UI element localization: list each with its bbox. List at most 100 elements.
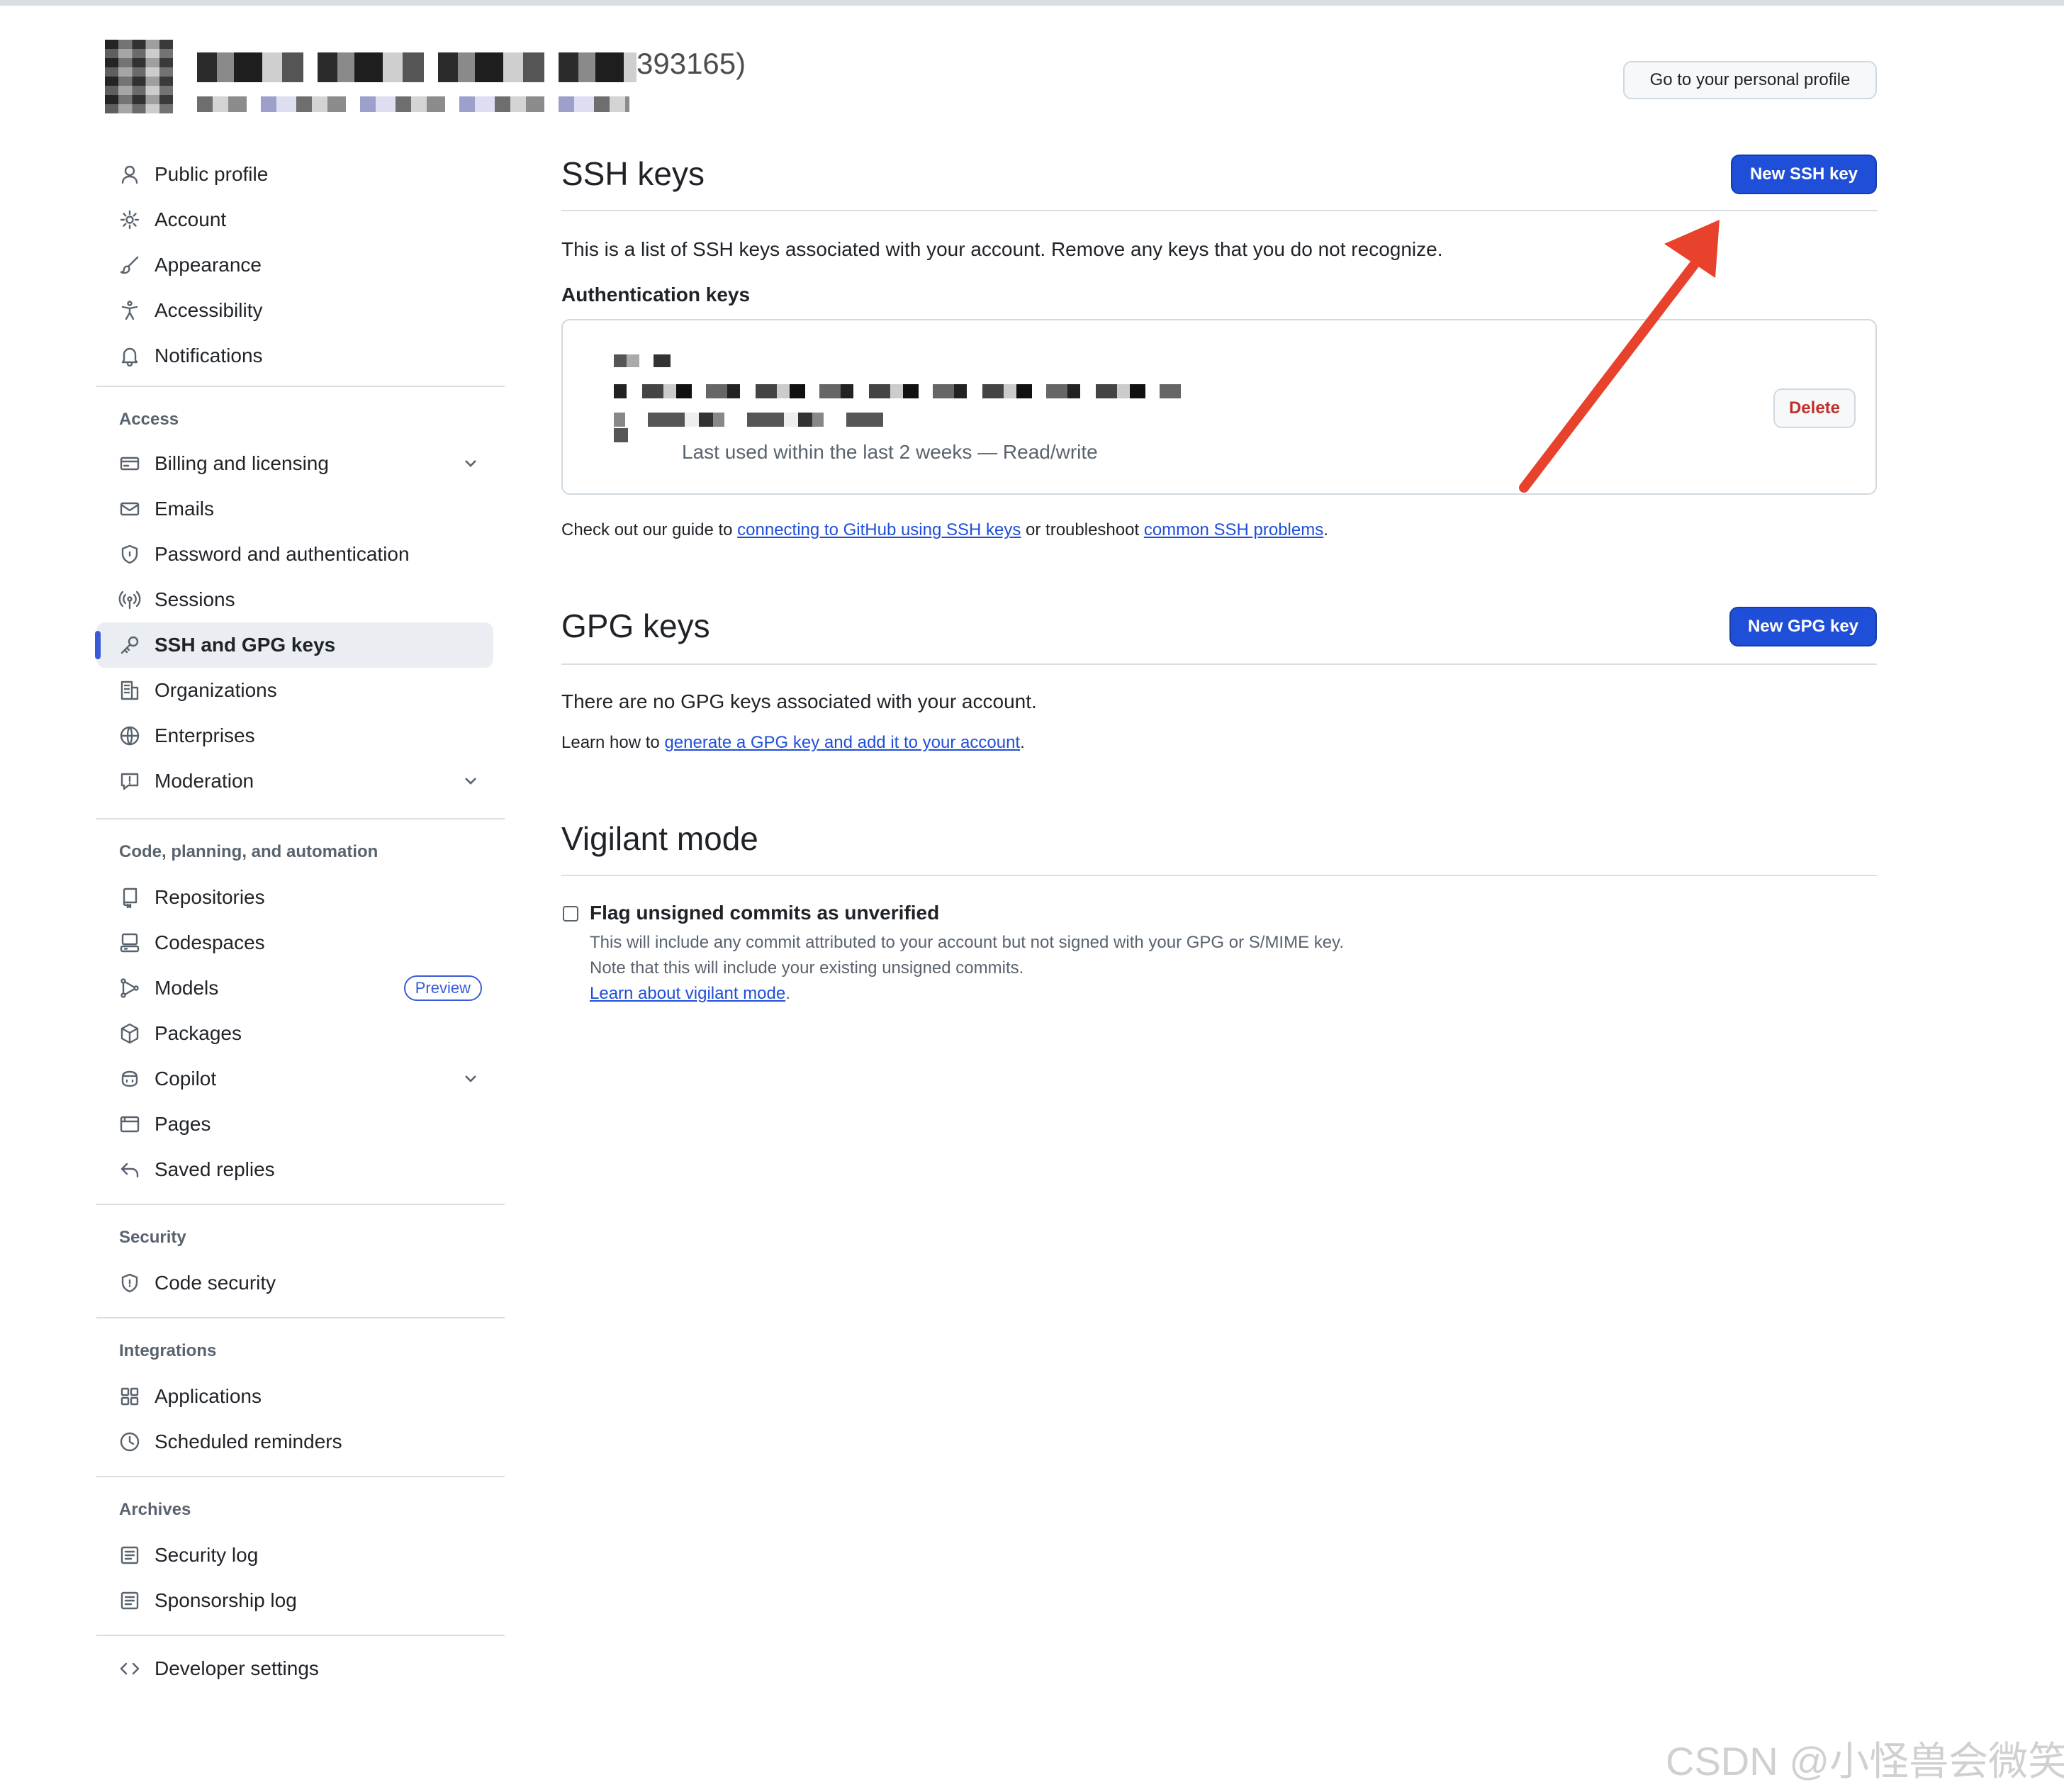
sidebar-item-saved-replies[interactable]: Saved replies xyxy=(96,1147,493,1192)
sidebar-item-appearance[interactable]: Appearance xyxy=(96,242,493,288)
credit-card-icon xyxy=(118,452,142,476)
sidebar-item-label: Saved replies xyxy=(155,1158,275,1180)
sidebar-item-applications[interactable]: Applications xyxy=(96,1374,493,1419)
learn-vigilant-mode-link[interactable]: Learn about vigilant mode xyxy=(590,984,785,1003)
top-border xyxy=(0,0,2064,6)
browser-icon xyxy=(118,1112,142,1136)
sidebar-item-label: Enterprises xyxy=(155,724,255,746)
sidebar-item-security-log[interactable]: Security log xyxy=(96,1533,493,1578)
sidebar-item-label: Billing and licensing xyxy=(155,452,329,474)
vigilant-learn: Learn about vigilant mode. xyxy=(590,984,790,1004)
sidebar-item-label: Pages xyxy=(155,1113,211,1135)
person-icon xyxy=(118,162,142,186)
sidebar-item-label: Account xyxy=(155,208,227,230)
reply-icon xyxy=(118,1158,142,1182)
sidebar-item-label: Password and authentication xyxy=(155,543,410,565)
sidebar-item-copilot[interactable]: Copilot xyxy=(96,1056,493,1102)
sidebar-item-organizations[interactable]: Organizations xyxy=(96,668,493,713)
ssh-guide-text: Check out our guide to connecting to Git… xyxy=(561,520,1328,540)
broadcast-icon xyxy=(118,588,142,612)
go-to-personal-profile-button[interactable]: Go to your personal profile xyxy=(1623,61,1877,99)
sidebar-item-label: Moderation xyxy=(155,770,254,792)
key-icon-redacted xyxy=(614,428,628,442)
sidebar-item-label: Scheduled reminders xyxy=(155,1430,342,1452)
codespaces-icon xyxy=(118,931,142,955)
guide-suffix: . xyxy=(1323,520,1328,539)
sidebar-item-sessions[interactable]: Sessions xyxy=(96,577,493,622)
section-divider xyxy=(561,663,1877,665)
sidebar-item-pages[interactable]: Pages xyxy=(96,1102,493,1147)
section-title-code-planning: Code, planning, and automation xyxy=(119,842,378,861)
sidebar-item-label: Appearance xyxy=(155,254,262,276)
generate-gpg-key-link[interactable]: generate a GPG key and add it to your ac… xyxy=(664,733,1020,752)
sidebar-item-moderation[interactable]: Moderation xyxy=(96,758,493,804)
repo-icon xyxy=(118,885,142,909)
sidebar-item-sponsorship-log[interactable]: Sponsorship log xyxy=(96,1578,493,1623)
clock-icon xyxy=(118,1430,142,1454)
sidebar-item-account[interactable]: Account xyxy=(96,197,493,242)
sidebar-item-label: Public profile xyxy=(155,163,269,185)
sidebar-item-developer-settings[interactable]: Developer settings xyxy=(96,1646,493,1691)
package-icon xyxy=(118,1021,142,1046)
key-icon xyxy=(118,633,142,657)
code-icon xyxy=(118,1657,142,1681)
learn-prefix: Learn how to xyxy=(561,733,665,752)
guide-mid: or troubleshoot xyxy=(1021,520,1144,539)
report-icon xyxy=(118,769,142,793)
sidebar-item-label: Accessibility xyxy=(155,299,263,321)
account-name-redacted xyxy=(197,52,636,82)
section-title-archives: Archives xyxy=(119,1500,191,1519)
gpg-empty-text: There are no GPG keys associated with yo… xyxy=(561,690,1037,712)
key-added-redacted xyxy=(614,413,883,427)
sidebar-item-label: Repositories xyxy=(155,886,265,908)
sidebar-item-label: Developer settings xyxy=(155,1657,319,1679)
sidebar-item-ssh-gpg-keys[interactable]: SSH and GPG keys xyxy=(95,622,493,668)
preview-badge: Preview xyxy=(403,975,482,1001)
sidebar-item-codespaces[interactable]: Codespaces xyxy=(96,920,493,965)
common-ssh-problems-link[interactable]: common SSH problems xyxy=(1144,520,1323,539)
sidebar-item-password-authentication[interactable]: Password and authentication xyxy=(96,532,493,577)
new-gpg-key-button[interactable]: New GPG key xyxy=(1729,607,1877,646)
account-name-visible: 393165) xyxy=(636,47,746,80)
sidebar-divider xyxy=(96,818,505,819)
flag-unsigned-commits-label[interactable]: Flag unsigned commits as unverified xyxy=(590,902,939,924)
gear-icon xyxy=(118,208,142,232)
sidebar-item-label: Applications xyxy=(155,1385,262,1407)
sidebar-item-public-profile[interactable]: Public profile xyxy=(96,152,493,197)
shield-icon xyxy=(118,1271,142,1295)
arrow-head xyxy=(1664,220,1720,278)
sidebar-item-models[interactable]: Models Preview xyxy=(96,965,493,1011)
chevron-down-icon[interactable] xyxy=(461,771,481,791)
chevron-down-icon[interactable] xyxy=(461,1069,481,1089)
sidebar-item-repositories[interactable]: Repositories xyxy=(96,875,493,920)
sidebar-divider xyxy=(96,1317,505,1318)
key-fingerprint-redacted xyxy=(614,384,1181,398)
sidebar-item-notifications[interactable]: Notifications xyxy=(96,333,493,379)
vigilant-desc-1: This will include any commit attributed … xyxy=(590,933,1345,952)
log-icon xyxy=(118,1589,142,1613)
learn-suffix: . xyxy=(785,984,790,1003)
connecting-ssh-guide-link[interactable]: connecting to GitHub using SSH keys xyxy=(737,520,1021,539)
sidebar-item-accessibility[interactable]: Accessibility xyxy=(96,288,493,333)
sidebar-item-scheduled-reminders[interactable]: Scheduled reminders xyxy=(96,1419,493,1465)
authentication-keys-heading: Authentication keys xyxy=(561,284,751,306)
sidebar-item-packages[interactable]: Packages xyxy=(96,1011,493,1056)
sidebar-item-enterprises[interactable]: Enterprises xyxy=(96,713,493,758)
delete-ssh-key-button[interactable]: Delete xyxy=(1773,388,1856,428)
new-ssh-key-button[interactable]: New SSH key xyxy=(1731,155,1877,194)
sidebar-item-label: SSH and GPG keys xyxy=(155,634,336,656)
apps-icon xyxy=(118,1384,142,1409)
sidebar-item-billing[interactable]: Billing and licensing xyxy=(96,441,493,486)
sidebar-item-code-security[interactable]: Code security xyxy=(96,1260,493,1306)
sidebar-item-emails[interactable]: Emails xyxy=(96,486,493,532)
chevron-down-icon[interactable] xyxy=(461,454,481,474)
sidebar-item-label: Codespaces xyxy=(155,931,265,953)
gpg-learn-text: Learn how to generate a GPG key and add … xyxy=(561,733,1025,753)
ssh-keys-title: SSH keys xyxy=(561,155,705,192)
models-icon xyxy=(118,976,142,1000)
bell-icon xyxy=(118,344,142,368)
flag-unsigned-commits-checkbox[interactable] xyxy=(563,906,578,922)
accessibility-icon xyxy=(118,298,142,323)
watermark: CSDN @小怪兽会微笑 xyxy=(1666,1739,2064,1783)
globe-icon xyxy=(118,724,142,748)
